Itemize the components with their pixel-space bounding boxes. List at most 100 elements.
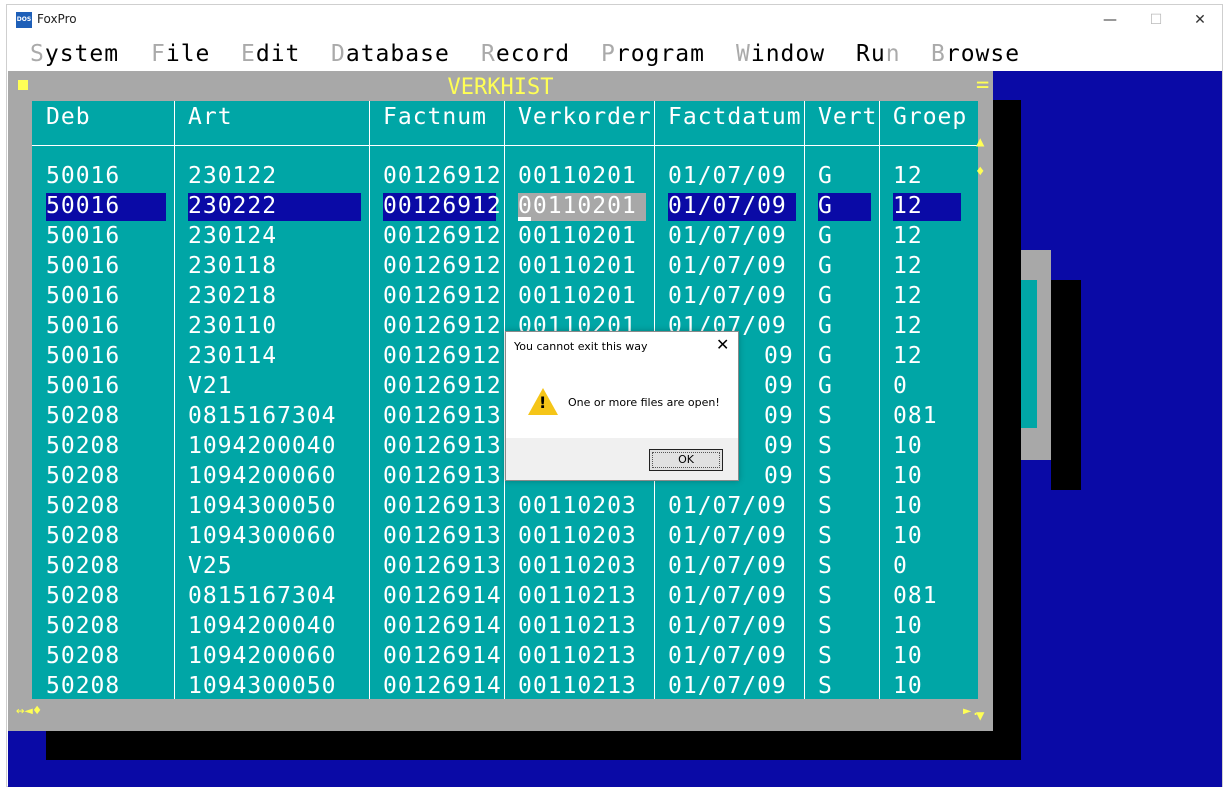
table-cell-factnum[interactable]: 00126913 xyxy=(383,553,502,581)
table-cell-vert[interactable]: G xyxy=(818,373,833,401)
table-cell-deb[interactable]: 50016 xyxy=(46,343,120,371)
table-cell-groep[interactable]: 081 xyxy=(893,403,938,431)
table-cell-factdatum[interactable]: 01/07/09 xyxy=(668,643,787,671)
table-cell-art[interactable]: 1094200060 xyxy=(188,643,336,671)
table-cell-deb[interactable]: 50016 xyxy=(46,283,120,311)
table-row[interactable]: 50016 230122 00126912 00110201 01/07/09 G 12 xyxy=(32,161,978,191)
table-cell-deb[interactable]: 50208 xyxy=(46,523,120,551)
table-cell-art[interactable]: 230124 xyxy=(188,223,277,251)
table-cell-factnum[interactable]: 00126914 xyxy=(383,673,502,699)
table-cell-art[interactable]: 1094300060 xyxy=(188,523,336,551)
table-row[interactable]: 50208 1094300050 00126913 00110203 01/07/09 S… xyxy=(32,491,978,521)
table-cell-factdatum[interactable]: 01/07/09 xyxy=(668,283,787,311)
table-cell-deb[interactable]: 50208 xyxy=(46,643,120,671)
table-row[interactable]: 50016 230118 00126912 00110201 01/07/09 G 12 xyxy=(32,251,978,281)
table-cell-factnum[interactable]: 00126914 xyxy=(383,583,502,611)
table-cell-factdatum[interactable]: 01/07/09 xyxy=(668,223,787,251)
table-cell-factdatum[interactable]: 01/07/09 xyxy=(668,193,796,221)
table-cell-factnum[interactable]: 00126912 xyxy=(383,193,501,221)
table-cell-vert[interactable]: S xyxy=(818,523,833,551)
table-cell-factnum[interactable]: 00126912 xyxy=(383,223,502,251)
table-cell-art[interactable]: 230222 xyxy=(188,193,361,221)
menu-item-record[interactable]: Record xyxy=(481,41,570,67)
table-cell-factnum[interactable]: 00126914 xyxy=(383,613,502,641)
table-cell-factnum[interactable]: 00126913 xyxy=(383,433,502,461)
column-header-deb[interactable]: Deb xyxy=(46,104,91,130)
table-cell-groep[interactable]: 0 xyxy=(893,553,908,581)
table-cell-factdatum[interactable]: 01/07/09 xyxy=(668,163,787,191)
title-bar[interactable]: DOS FoxPro — ☐ ✕ xyxy=(7,5,1222,35)
table-cell-groep[interactable]: 12 xyxy=(893,253,923,281)
table-cell-deb[interactable]: 50208 xyxy=(46,403,120,431)
table-cell-verkorder[interactable]: 00110201 xyxy=(518,193,646,221)
table-cell-groep[interactable]: 10 xyxy=(893,433,923,461)
table-cell-factdatum[interactable]: 01/07/09 xyxy=(668,583,787,611)
table-cell-factnum[interactable]: 00126912 xyxy=(383,253,502,281)
maximize-button[interactable]: ☐ xyxy=(1133,5,1179,35)
menu-item-database[interactable]: Database xyxy=(331,41,450,67)
table-cell-groep[interactable]: 0 xyxy=(893,373,908,401)
table-row[interactable]: 50016 230222 00126912 00110201 01/07/09 G 12 xyxy=(32,191,978,221)
table-cell-art[interactable]: 230218 xyxy=(188,283,277,311)
table-cell-vert[interactable]: S xyxy=(818,463,833,491)
table-cell-vert[interactable]: G xyxy=(818,193,871,221)
table-cell-factdatum[interactable]: 01/07/09 xyxy=(668,613,787,641)
table-cell-art[interactable]: 230110 xyxy=(188,313,277,341)
table-cell-groep[interactable]: 10 xyxy=(893,523,923,551)
table-cell-verkorder[interactable]: 00110201 xyxy=(518,253,637,281)
table-cell-groep[interactable]: 10 xyxy=(893,673,923,699)
table-cell-verkorder[interactable]: 00110213 xyxy=(518,583,637,611)
table-cell-factnum[interactable]: 00126912 xyxy=(383,373,502,401)
table-cell-factdatum[interactable]: 01/07/09 xyxy=(668,553,787,581)
table-cell-art[interactable]: 1094200040 xyxy=(188,433,336,461)
table-cell-vert[interactable]: G xyxy=(818,343,833,371)
column-header-factnum[interactable]: Factnum xyxy=(383,104,487,130)
table-cell-deb[interactable]: 50016 xyxy=(46,223,120,251)
menu-item-edit[interactable]: Edit xyxy=(241,41,300,67)
table-cell-factnum[interactable]: 00126912 xyxy=(383,343,502,371)
table-cell-deb[interactable]: 50208 xyxy=(46,613,120,641)
table-cell-deb[interactable]: 50016 xyxy=(46,163,120,191)
table-cell-art[interactable]: 1094300050 xyxy=(188,673,336,699)
table-cell-vert[interactable]: G xyxy=(818,223,833,251)
table-cell-factnum[interactable]: 00126912 xyxy=(383,313,502,341)
zoom-icon[interactable]: = xyxy=(976,73,989,98)
table-row[interactable]: 50208 1094200040 00126914 00110213 01/07/09 S… xyxy=(32,611,978,641)
table-cell-groep[interactable]: 12 xyxy=(893,283,923,311)
menu-item-browse[interactable]: Browse xyxy=(931,41,1020,67)
menu-item-file[interactable]: File xyxy=(151,41,210,67)
column-header-vert[interactable]: Vert xyxy=(818,104,877,130)
table-cell-deb[interactable]: 50016 xyxy=(46,193,166,221)
table-cell-factnum[interactable]: 00126912 xyxy=(383,163,502,191)
table-cell-art[interactable]: 1094300050 xyxy=(188,493,336,521)
table-cell-groep[interactable]: 081 xyxy=(893,583,938,611)
table-cell-verkorder[interactable]: 00110203 xyxy=(518,493,637,521)
table-cell-art[interactable]: 230114 xyxy=(188,343,277,371)
column-header-factdatum[interactable]: Factdatum xyxy=(668,104,802,130)
table-cell-groep[interactable]: 12 xyxy=(893,343,923,371)
scroll-thumb-icon[interactable]: ♦ xyxy=(976,165,984,179)
table-cell-art[interactable]: 0815167304 xyxy=(188,403,336,431)
table-cell-deb[interactable]: 50016 xyxy=(46,373,120,401)
table-cell-groep[interactable]: 12 xyxy=(893,223,923,251)
table-cell-factdatum[interactable]: 09 xyxy=(764,343,794,371)
table-row[interactable]: 50208 1094300060 00126913 00110203 01/07/09 S… xyxy=(32,521,978,551)
table-cell-vert[interactable]: S xyxy=(818,673,833,699)
table-cell-verkorder[interactable]: 00110203 xyxy=(518,523,637,551)
table-cell-verkorder[interactable]: 00110201 xyxy=(518,163,637,191)
column-header-verkorder[interactable]: Verkorder xyxy=(518,104,652,130)
table-cell-deb[interactable]: 50208 xyxy=(46,553,120,581)
table-cell-groep[interactable]: 10 xyxy=(893,613,923,641)
table-cell-groep[interactable]: 10 xyxy=(893,463,923,491)
table-cell-factnum[interactable]: 00126913 xyxy=(383,523,502,551)
table-cell-art[interactable]: 230122 xyxy=(188,163,277,191)
table-cell-groep[interactable]: 12 xyxy=(893,313,923,341)
table-cell-verkorder[interactable]: 00110213 xyxy=(518,613,637,641)
table-row[interactable]: 50208 V25 00126913 00110203 01/07/09 S 0 xyxy=(32,551,978,581)
table-row[interactable]: 50208 1094300050 00126914 00110213 01/07/09 S… xyxy=(32,671,978,699)
table-cell-vert[interactable]: G xyxy=(818,163,833,191)
table-cell-vert[interactable]: G xyxy=(818,283,833,311)
table-cell-vert[interactable]: S xyxy=(818,403,833,431)
menu-item-program[interactable]: Program xyxy=(601,41,705,67)
table-cell-vert[interactable]: G xyxy=(818,253,833,281)
